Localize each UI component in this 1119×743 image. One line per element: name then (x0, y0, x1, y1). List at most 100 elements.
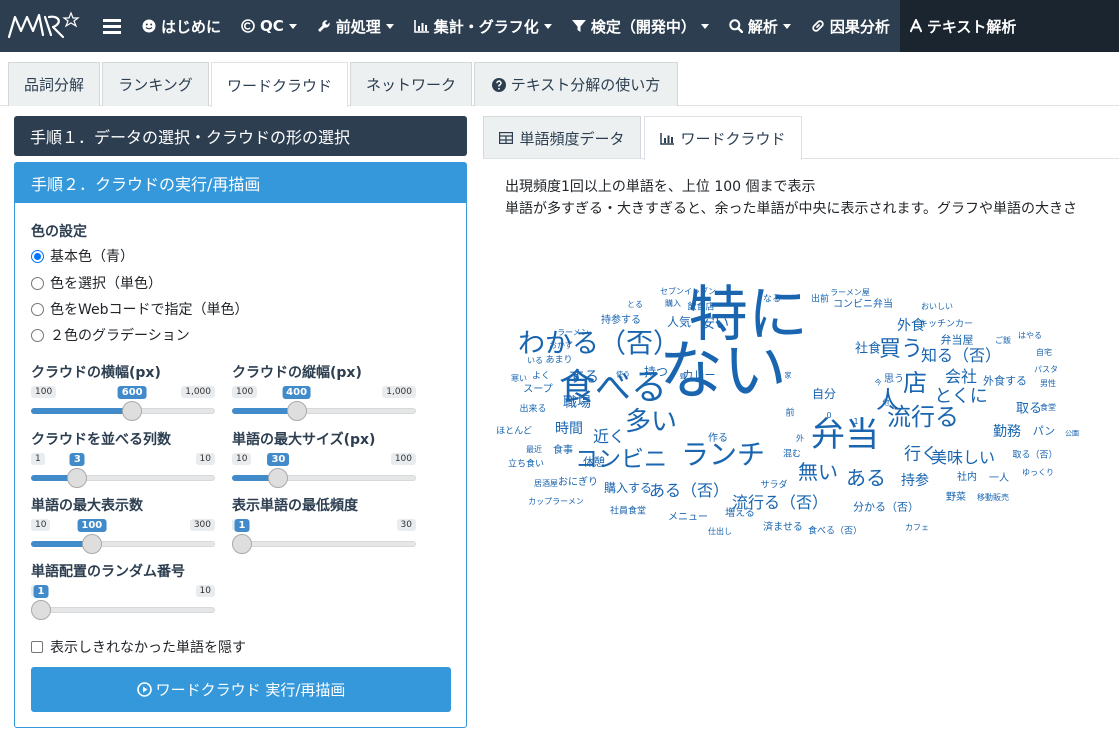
step1-header[interactable]: 手順１．データの選択・クラウドの形の選択 (14, 116, 467, 156)
slider-max: 100 (390, 453, 416, 465)
cloud-word: セブンイレブン (660, 287, 716, 296)
nav-preprocess[interactable]: 前処理 (307, 0, 404, 52)
cloud-columns-slider[interactable]: 1 10 3 (31, 453, 215, 497)
cloud-width-slider[interactable]: 100 1,000 600 (31, 386, 215, 430)
cloud-word: パスタ (1034, 365, 1058, 374)
nav-text-analysis[interactable]: テキスト解析 (899, 0, 1119, 52)
nav-qc[interactable]: QC (231, 0, 307, 52)
radio-indicator[interactable] (31, 249, 44, 263)
slider-handle[interactable] (286, 401, 307, 421)
max-word-count-slider[interactable]: 10 300 100 (31, 519, 215, 563)
cloud-word: 購入 (665, 299, 681, 308)
cloud-word: 済ませる (763, 522, 803, 533)
filter-icon (571, 19, 586, 33)
cloud-word: 思う (884, 374, 904, 385)
cloud-word: 仕出し (708, 527, 732, 536)
tab-pos-decomposition[interactable]: 品詞分解 (8, 62, 100, 106)
question-icon (491, 77, 506, 92)
cloud-word: メニュー (668, 512, 708, 523)
cloud-word: 取る (1015, 401, 1043, 417)
slider-handle[interactable] (81, 534, 102, 554)
menu-toggle-button[interactable] (92, 0, 132, 52)
cloud-word: ご飯 (995, 336, 1011, 345)
nav-label: はじめに (161, 17, 222, 36)
nav-label: 因果分析 (829, 17, 890, 36)
slider-handle[interactable] (31, 600, 51, 620)
hide-overflow-checkbox[interactable] (31, 641, 43, 653)
info-line-1: 出現頻度1回以上の単語を、上位 100 個まで表示 (505, 179, 816, 195)
caret-down-icon (385, 23, 394, 29)
radio-indicator[interactable] (31, 328, 44, 342)
tab-label: ワードクラウド (680, 130, 786, 148)
logo[interactable] (0, 0, 92, 52)
link-icon (811, 19, 825, 33)
radio-indicator[interactable] (31, 276, 44, 290)
radio-choose-color[interactable]: 色を選択（単色） (31, 273, 162, 293)
slider-value: 1 (33, 585, 49, 598)
slider-handle[interactable] (268, 468, 289, 488)
nav-analysis[interactable]: 解析 (719, 0, 801, 52)
cloud-word: 安い (701, 316, 729, 332)
step2-header[interactable]: 手順２．クラウドの実行/再描画 (15, 163, 466, 203)
cloud-word: はやる (1018, 331, 1042, 340)
cloud-word: カフェ (905, 523, 929, 532)
tab-ranking[interactable]: ランキング (102, 62, 209, 106)
nav-summary-graph[interactable]: 集計・グラフ化 (404, 0, 562, 52)
tab-label: ワードクラウド (226, 76, 332, 95)
slider-handle[interactable] (122, 401, 143, 421)
tab-wordcloud[interactable]: ワードクラウド (211, 62, 348, 107)
nav-hajimeni[interactable]: はじめに (132, 0, 231, 52)
cloud-word: 居酒屋 (534, 479, 558, 488)
step2-panel: 手順２．クラウドの実行/再描画 色の設定 基本色（青） 色を選択（単色） 色をW… (14, 162, 467, 728)
slider-min: 100 (31, 386, 57, 398)
hamburger-icon (103, 19, 121, 34)
cloud-word: 持つ (643, 365, 669, 379)
cloud-word: 持参 (901, 473, 929, 489)
radio-gradient[interactable]: ２色のグラデーション (31, 325, 190, 345)
radio-web-color[interactable]: 色をWebコードで指定（単色） (31, 299, 249, 319)
tab-howto[interactable]: テキスト分解の使い方 (474, 62, 678, 106)
nav-test[interactable]: 検定（開発中） (562, 0, 719, 52)
radio-basic-blue[interactable]: 基本色（青） (31, 246, 134, 266)
cloud-height-slider[interactable]: 100 1,000 400 (232, 386, 416, 430)
cloud-word: 購入する (603, 481, 653, 495)
max-word-size-slider[interactable]: 10 100 30 (232, 453, 416, 497)
radio-indicator[interactable] (31, 302, 44, 316)
cloud-word: 立ち食い (507, 459, 545, 470)
tab-network[interactable]: ネットワーク (350, 62, 472, 106)
cloud-word: 持参する (601, 315, 641, 326)
wordcloud: 特に ない 食べる わかる（否） 弁当 ランチ コンビニ 多い 流行る 買う店人無い ある 知る（否）… (483, 260, 1119, 560)
run-wordcloud-button[interactable]: ワードクラウド 実行/再描画 (31, 667, 451, 712)
cloud-word: 食事 (553, 445, 573, 456)
slider-handle[interactable] (232, 534, 252, 554)
cloud-word: 0 (826, 411, 832, 420)
cloud-word: ある（否） (648, 481, 730, 500)
cloud-word: 公園 (1065, 429, 1079, 438)
step1-title: 手順１．データの選択・クラウドの形の選択 (30, 128, 351, 147)
cloud-word: ラーメン屋 (830, 288, 870, 297)
cloud-word: 男性 (1040, 379, 1056, 388)
slider-value: 30 (267, 453, 290, 466)
slider-max: 1,000 (181, 386, 215, 398)
cloud-word: 時間 (555, 421, 583, 437)
slider-track[interactable] (31, 607, 215, 613)
random-seed-slider[interactable]: 1101 (31, 585, 215, 629)
slider-handle[interactable] (67, 468, 88, 488)
hide-overflow-checkbox-row[interactable]: 表示しきれなかった単語を隠す (31, 637, 246, 657)
slider-value: 600 (117, 386, 147, 399)
tab-word-frequency[interactable]: 単語頻度データ (483, 116, 641, 159)
min-frequency-slider[interactable]: 1301 (232, 519, 416, 563)
text-analysis-tabs: 品詞分解 ランキング ワードクラウド ネットワーク テキスト分解の使い方 (0, 52, 1119, 107)
tab-wordcloud-plot[interactable]: ワードクラウド (644, 116, 802, 160)
slider-track[interactable] (232, 541, 416, 547)
cloud-word: 美味しい (930, 448, 996, 467)
cloud-word: 増える (725, 508, 755, 519)
slider-label: クラウドの横幅(px) (31, 365, 161, 381)
nav-causal[interactable]: 因果分析 (801, 0, 900, 52)
cloud-word: 昼 (679, 372, 687, 381)
cloud-word: 他 (882, 398, 890, 407)
slider-label: 単語配置のランダム番号 (31, 564, 185, 580)
tab-label: 品詞分解 (23, 76, 84, 94)
cloud-word: 人気 (666, 315, 692, 329)
cloud-word: 近く (592, 427, 626, 446)
